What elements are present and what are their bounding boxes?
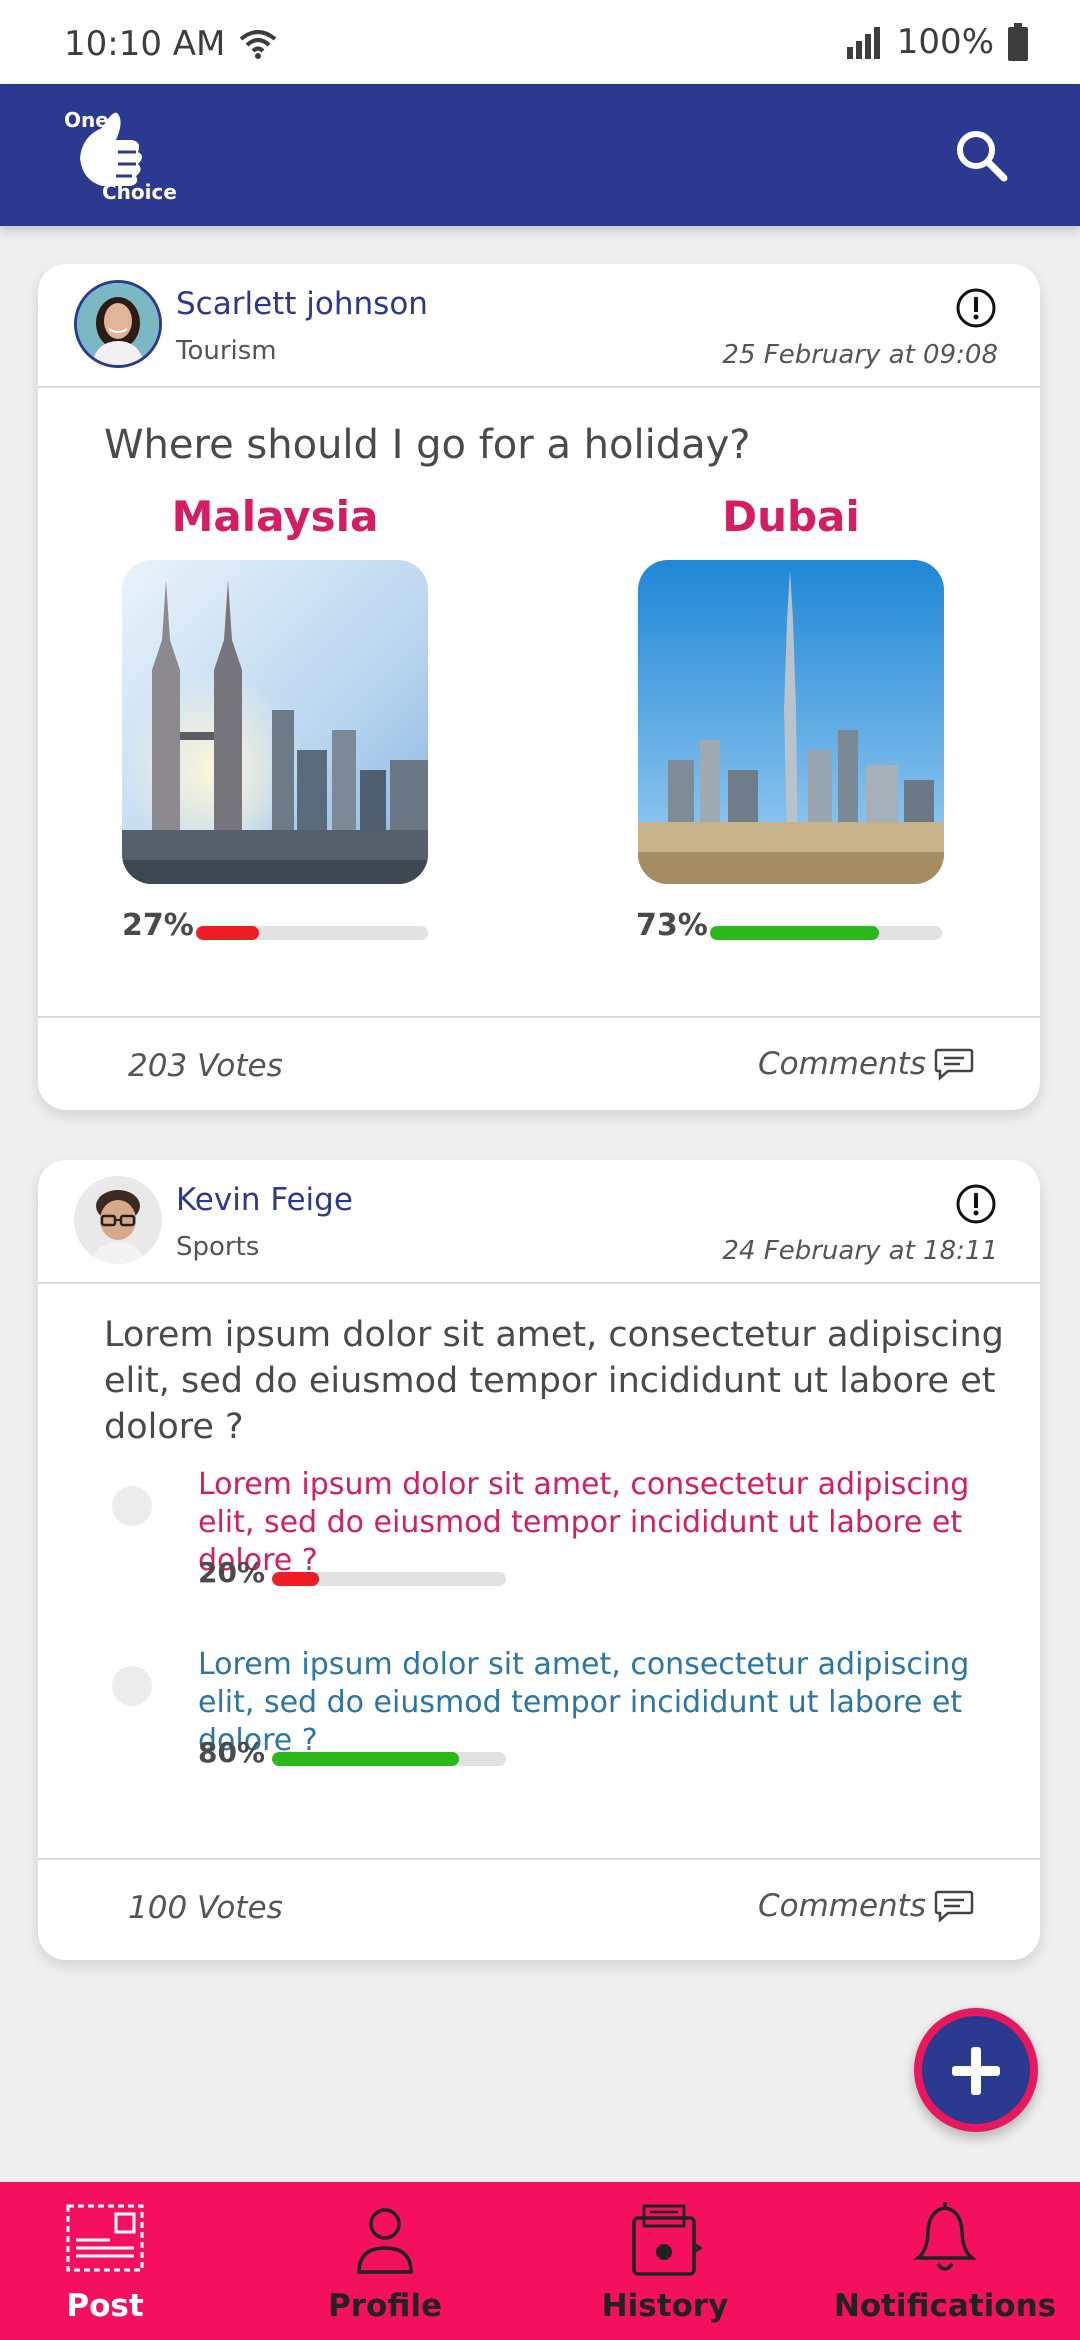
comments-label: Comments	[757, 1046, 926, 1082]
option-text[interactable]: Lorem ipsum dolor sit amet, consectetur …	[198, 1466, 1018, 1580]
nav-label-profile: Profile	[328, 2288, 442, 2324]
post-date: 24 February at 18:11	[722, 1236, 998, 1266]
progress-fill	[272, 1752, 460, 1766]
option-title-malaysia: Malaysia	[171, 492, 379, 541]
progress-bar	[272, 1572, 506, 1586]
nav-label-post: Post	[66, 2288, 144, 2324]
option-text[interactable]: Lorem ipsum dolor sit amet, consectetur …	[198, 1646, 1018, 1760]
vote-count: 100 Votes	[128, 1890, 283, 1926]
report-icon[interactable]	[954, 286, 998, 330]
progress-bar-malaysia	[196, 926, 428, 940]
comment-icon	[934, 1890, 974, 1923]
comment-icon	[934, 1048, 974, 1081]
progress-bar-dubai	[710, 926, 942, 940]
bottom-navigation: Post Profile History Notifications	[0, 2182, 1080, 2340]
post-category: Sports	[176, 1232, 260, 1262]
post-icon	[66, 2204, 144, 2272]
signal-icon	[846, 27, 880, 59]
report-icon[interactable]	[954, 1182, 998, 1226]
post-category: Tourism	[176, 336, 277, 366]
option-percent-dubai: 73%	[636, 908, 708, 943]
poll-question: Where should I go for a holiday?	[104, 422, 751, 468]
battery-percent: 100%	[896, 22, 994, 62]
option-percent: 20%	[198, 1556, 266, 1589]
nav-item-post[interactable]: Post	[0, 2182, 240, 2340]
option-percent-malaysia: 27%	[122, 908, 194, 943]
logo-text-top: One	[64, 108, 109, 132]
battery-icon	[1008, 23, 1028, 61]
avatar[interactable]	[74, 1176, 162, 1264]
search-icon[interactable]	[954, 128, 1010, 184]
option-image-malaysia[interactable]	[122, 560, 428, 884]
option-radio[interactable]	[112, 1666, 152, 1706]
nav-item-profile[interactable]: Profile	[250, 2182, 520, 2340]
progress-fill	[272, 1572, 319, 1586]
header-divider	[38, 1282, 1040, 1284]
nav-item-history[interactable]: History	[530, 2182, 800, 2340]
post-date: 25 February at 09:08	[722, 340, 998, 370]
poll-card-text: Kevin Feige Sports 24 February at 18:11 …	[38, 1160, 1040, 1960]
poll-card-image: Scarlett johnson Tourism 25 February at …	[38, 264, 1040, 1110]
option-image-dubai[interactable]	[638, 560, 944, 884]
nav-item-notifications[interactable]: Notifications	[810, 2182, 1080, 2340]
avatar-woman-image	[77, 283, 159, 365]
status-right-group: 100%	[845, 22, 1028, 62]
footer-divider	[38, 1016, 1040, 1018]
option-title-dubai: Dubai	[722, 492, 860, 541]
comments-button[interactable]: Comments	[758, 1888, 974, 1924]
history-icon	[632, 2204, 703, 2276]
add-poll-button[interactable]	[914, 2008, 1038, 2132]
footer-divider	[38, 1858, 1040, 1860]
logo-text-bottom: Choice	[102, 180, 177, 204]
option-radio[interactable]	[112, 1486, 152, 1526]
progress-fill-dubai	[710, 926, 880, 940]
progress-bar	[272, 1752, 506, 1766]
avatar-man-image	[74, 1176, 162, 1264]
user-name[interactable]: Scarlett johnson	[176, 286, 428, 322]
plus-icon-vertical	[971, 2047, 981, 2095]
option-percent: 80%	[198, 1736, 266, 1769]
vote-count: 203 Votes	[128, 1048, 283, 1084]
poll-question: Lorem ipsum dolor sit amet, consectetur …	[104, 1315, 1004, 1447]
bell-icon	[913, 2202, 977, 2271]
nav-label-notifications: Notifications	[833, 2288, 1057, 2324]
profile-icon	[357, 2208, 413, 2274]
comments-button[interactable]: Comments	[758, 1046, 974, 1082]
status-time-group: 10:10 AM	[64, 24, 277, 64]
avatar[interactable]	[74, 280, 162, 368]
status-time: 10:10 AM	[64, 24, 226, 64]
nav-label-history: History	[601, 2288, 729, 2324]
status-bar: 10:10 AM 100%	[0, 0, 1080, 84]
comments-label: Comments	[757, 1888, 926, 1924]
header-divider	[38, 386, 1040, 388]
wifi-icon	[240, 30, 277, 59]
progress-fill-malaysia	[196, 926, 259, 940]
user-name[interactable]: Kevin Feige	[176, 1182, 353, 1218]
